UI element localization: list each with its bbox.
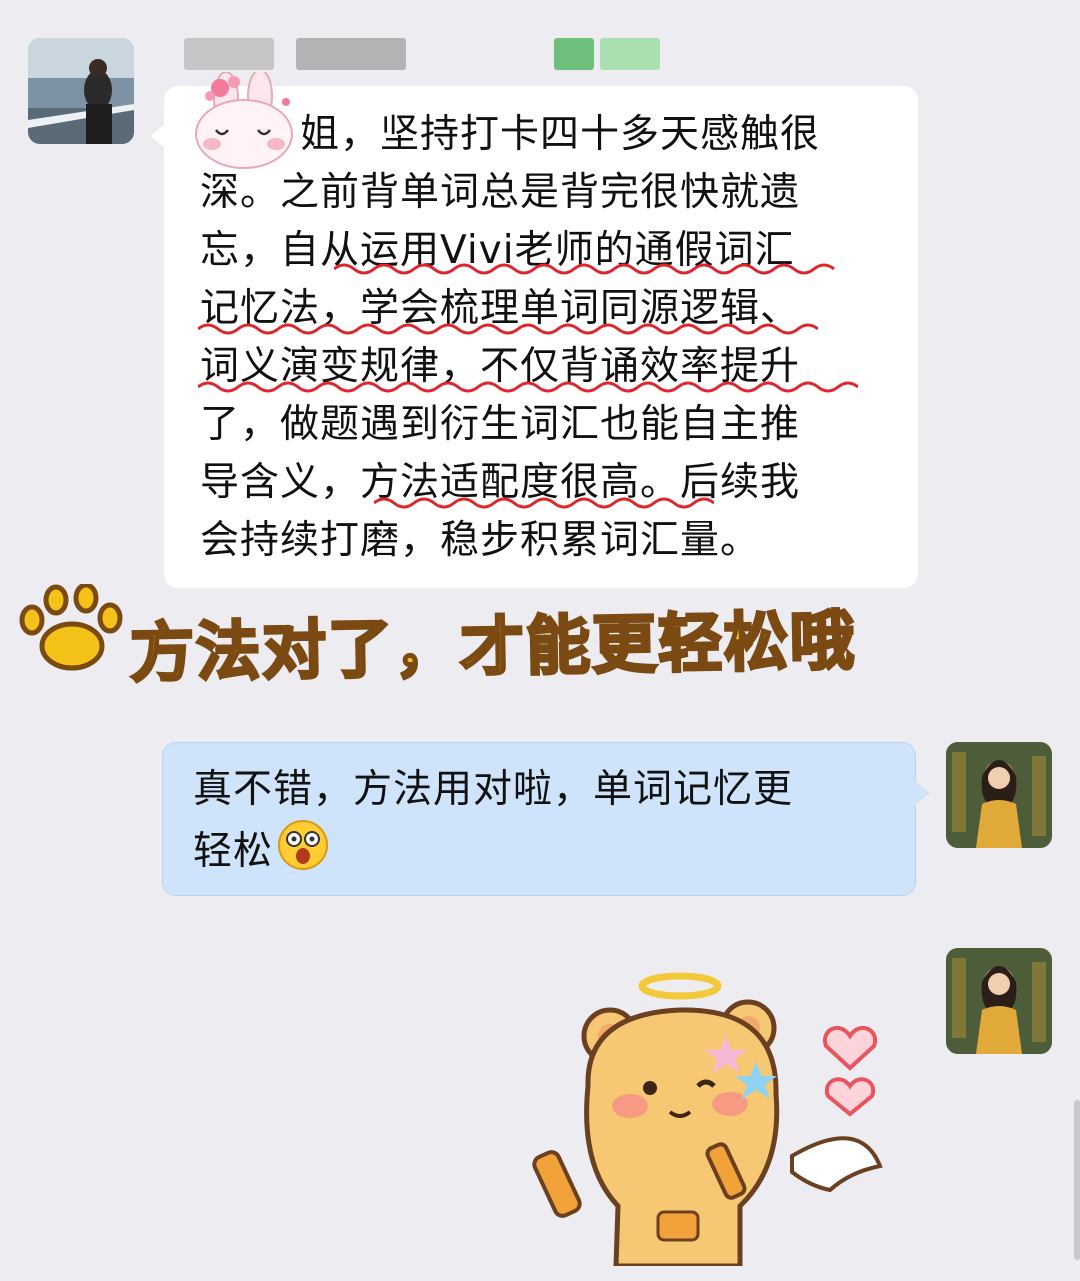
message-bubble-outgoing[interactable]: 真不错，方法用对啦，单词记忆更 轻松 [162, 742, 930, 896]
sticker-caption: 方法对了，才能更轻松哦 [128, 603, 858, 693]
sender-name-redacted [170, 38, 670, 70]
red-underline [198, 323, 818, 335]
message-line: 轻松 [193, 819, 793, 888]
message-text: 真不错，方法用对啦，单词记忆更 轻松 [193, 761, 793, 888]
message-line: 了，做题遇到衍生词汇也能自主推 [200, 402, 801, 447]
message-line-text: 轻松 [193, 829, 274, 874]
red-underline [334, 263, 835, 275]
self-avatar[interactable] [946, 742, 1052, 848]
heart-icon [822, 1025, 878, 1117]
message-line: 深。之前背单词总是背完很快就遗 [200, 170, 801, 215]
message-line: 真不错，方法用对啦，单词记忆更 [193, 767, 794, 812]
bunny-sticker-icon [188, 69, 298, 172]
self-avatar[interactable] [946, 948, 1052, 1054]
red-underline [198, 381, 858, 393]
message-bubble-incoming[interactable]: 姐，坚持打卡四十多天感触很 深。之前背单词总是背完很快就遗 忘，自从运用Vivi… [150, 69, 918, 588]
angel-bear-sticker[interactable] [530, 966, 900, 1269]
paw-icon [12, 582, 128, 676]
message-line: 会持续打磨，稳步积累词汇量。 [200, 518, 761, 563]
scrollbar[interactable] [1074, 1100, 1080, 1260]
red-underline [374, 497, 714, 509]
friend-avatar[interactable] [28, 38, 134, 144]
dizzy-face-emoji [277, 819, 329, 888]
